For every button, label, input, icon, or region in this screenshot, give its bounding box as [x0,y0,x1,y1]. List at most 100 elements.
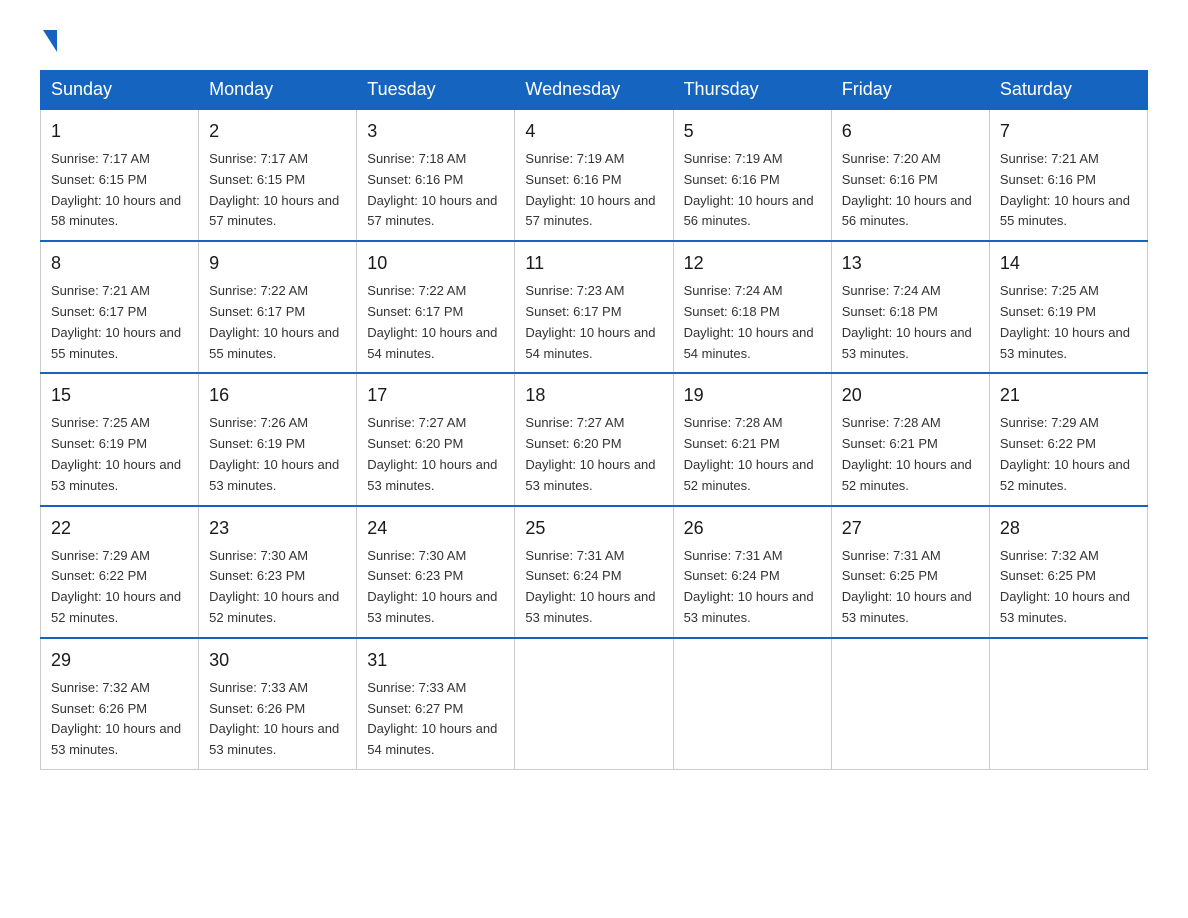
day-number: 25 [525,515,662,542]
header-row: SundayMondayTuesdayWednesdayThursdayFrid… [41,71,1148,110]
day-info: Sunrise: 7:30 AMSunset: 6:23 PMDaylight:… [367,546,504,629]
day-info: Sunrise: 7:19 AMSunset: 6:16 PMDaylight:… [525,149,662,232]
calendar-cell [989,638,1147,770]
logo [40,30,57,50]
day-number: 16 [209,382,346,409]
week-row: 8 Sunrise: 7:21 AMSunset: 6:17 PMDayligh… [41,241,1148,373]
day-number: 21 [1000,382,1137,409]
day-info: Sunrise: 7:25 AMSunset: 6:19 PMDaylight:… [1000,281,1137,364]
calendar-cell [831,638,989,770]
calendar-cell: 16 Sunrise: 7:26 AMSunset: 6:19 PMDaylig… [199,373,357,505]
day-of-week-header: Saturday [989,71,1147,110]
calendar-cell: 21 Sunrise: 7:29 AMSunset: 6:22 PMDaylig… [989,373,1147,505]
day-number: 15 [51,382,188,409]
day-number: 2 [209,118,346,145]
day-of-week-header: Tuesday [357,71,515,110]
calendar-cell: 5 Sunrise: 7:19 AMSunset: 6:16 PMDayligh… [673,109,831,241]
day-number: 31 [367,647,504,674]
day-info: Sunrise: 7:21 AMSunset: 6:17 PMDaylight:… [51,281,188,364]
calendar-cell: 10 Sunrise: 7:22 AMSunset: 6:17 PMDaylig… [357,241,515,373]
calendar-cell: 17 Sunrise: 7:27 AMSunset: 6:20 PMDaylig… [357,373,515,505]
day-number: 4 [525,118,662,145]
day-number: 7 [1000,118,1137,145]
day-number: 20 [842,382,979,409]
calendar-cell: 28 Sunrise: 7:32 AMSunset: 6:25 PMDaylig… [989,506,1147,638]
day-info: Sunrise: 7:17 AMSunset: 6:15 PMDaylight:… [209,149,346,232]
calendar-cell: 20 Sunrise: 7:28 AMSunset: 6:21 PMDaylig… [831,373,989,505]
day-info: Sunrise: 7:33 AMSunset: 6:27 PMDaylight:… [367,678,504,761]
day-info: Sunrise: 7:22 AMSunset: 6:17 PMDaylight:… [367,281,504,364]
day-number: 10 [367,250,504,277]
calendar-cell: 26 Sunrise: 7:31 AMSunset: 6:24 PMDaylig… [673,506,831,638]
calendar-cell: 2 Sunrise: 7:17 AMSunset: 6:15 PMDayligh… [199,109,357,241]
calendar-cell: 13 Sunrise: 7:24 AMSunset: 6:18 PMDaylig… [831,241,989,373]
calendar-cell: 27 Sunrise: 7:31 AMSunset: 6:25 PMDaylig… [831,506,989,638]
calendar-cell: 30 Sunrise: 7:33 AMSunset: 6:26 PMDaylig… [199,638,357,770]
calendar-cell: 1 Sunrise: 7:17 AMSunset: 6:15 PMDayligh… [41,109,199,241]
day-number: 13 [842,250,979,277]
day-of-week-header: Wednesday [515,71,673,110]
calendar-cell: 8 Sunrise: 7:21 AMSunset: 6:17 PMDayligh… [41,241,199,373]
day-number: 27 [842,515,979,542]
day-number: 11 [525,250,662,277]
day-number: 22 [51,515,188,542]
day-info: Sunrise: 7:32 AMSunset: 6:25 PMDaylight:… [1000,546,1137,629]
day-info: Sunrise: 7:33 AMSunset: 6:26 PMDaylight:… [209,678,346,761]
day-number: 9 [209,250,346,277]
week-row: 1 Sunrise: 7:17 AMSunset: 6:15 PMDayligh… [41,109,1148,241]
day-info: Sunrise: 7:31 AMSunset: 6:24 PMDaylight:… [525,546,662,629]
week-row: 29 Sunrise: 7:32 AMSunset: 6:26 PMDaylig… [41,638,1148,770]
day-number: 1 [51,118,188,145]
day-info: Sunrise: 7:29 AMSunset: 6:22 PMDaylight:… [1000,413,1137,496]
day-number: 18 [525,382,662,409]
day-number: 19 [684,382,821,409]
day-number: 24 [367,515,504,542]
day-number: 5 [684,118,821,145]
calendar-cell [673,638,831,770]
day-number: 28 [1000,515,1137,542]
day-info: Sunrise: 7:28 AMSunset: 6:21 PMDaylight:… [684,413,821,496]
calendar-cell: 18 Sunrise: 7:27 AMSunset: 6:20 PMDaylig… [515,373,673,505]
calendar-cell: 31 Sunrise: 7:33 AMSunset: 6:27 PMDaylig… [357,638,515,770]
day-of-week-header: Sunday [41,71,199,110]
day-of-week-header: Thursday [673,71,831,110]
day-number: 8 [51,250,188,277]
day-number: 6 [842,118,979,145]
day-info: Sunrise: 7:26 AMSunset: 6:19 PMDaylight:… [209,413,346,496]
calendar-cell: 6 Sunrise: 7:20 AMSunset: 6:16 PMDayligh… [831,109,989,241]
week-row: 15 Sunrise: 7:25 AMSunset: 6:19 PMDaylig… [41,373,1148,505]
calendar-table: SundayMondayTuesdayWednesdayThursdayFrid… [40,70,1148,770]
day-info: Sunrise: 7:23 AMSunset: 6:17 PMDaylight:… [525,281,662,364]
calendar-cell: 7 Sunrise: 7:21 AMSunset: 6:16 PMDayligh… [989,109,1147,241]
day-number: 23 [209,515,346,542]
day-info: Sunrise: 7:19 AMSunset: 6:16 PMDaylight:… [684,149,821,232]
calendar-cell: 12 Sunrise: 7:24 AMSunset: 6:18 PMDaylig… [673,241,831,373]
calendar-cell: 25 Sunrise: 7:31 AMSunset: 6:24 PMDaylig… [515,506,673,638]
day-info: Sunrise: 7:31 AMSunset: 6:25 PMDaylight:… [842,546,979,629]
day-info: Sunrise: 7:29 AMSunset: 6:22 PMDaylight:… [51,546,188,629]
calendar-cell: 23 Sunrise: 7:30 AMSunset: 6:23 PMDaylig… [199,506,357,638]
calendar-cell [515,638,673,770]
calendar-cell: 14 Sunrise: 7:25 AMSunset: 6:19 PMDaylig… [989,241,1147,373]
calendar-cell: 19 Sunrise: 7:28 AMSunset: 6:21 PMDaylig… [673,373,831,505]
day-info: Sunrise: 7:20 AMSunset: 6:16 PMDaylight:… [842,149,979,232]
day-info: Sunrise: 7:27 AMSunset: 6:20 PMDaylight:… [367,413,504,496]
day-info: Sunrise: 7:21 AMSunset: 6:16 PMDaylight:… [1000,149,1137,232]
day-info: Sunrise: 7:30 AMSunset: 6:23 PMDaylight:… [209,546,346,629]
calendar-cell: 24 Sunrise: 7:30 AMSunset: 6:23 PMDaylig… [357,506,515,638]
day-of-week-header: Friday [831,71,989,110]
day-number: 17 [367,382,504,409]
day-info: Sunrise: 7:22 AMSunset: 6:17 PMDaylight:… [209,281,346,364]
calendar-cell: 4 Sunrise: 7:19 AMSunset: 6:16 PMDayligh… [515,109,673,241]
day-number: 30 [209,647,346,674]
day-info: Sunrise: 7:27 AMSunset: 6:20 PMDaylight:… [525,413,662,496]
logo-arrow-icon [43,30,57,52]
day-info: Sunrise: 7:18 AMSunset: 6:16 PMDaylight:… [367,149,504,232]
calendar-cell: 22 Sunrise: 7:29 AMSunset: 6:22 PMDaylig… [41,506,199,638]
calendar-cell: 11 Sunrise: 7:23 AMSunset: 6:17 PMDaylig… [515,241,673,373]
day-info: Sunrise: 7:24 AMSunset: 6:18 PMDaylight:… [842,281,979,364]
day-info: Sunrise: 7:32 AMSunset: 6:26 PMDaylight:… [51,678,188,761]
day-number: 3 [367,118,504,145]
day-of-week-header: Monday [199,71,357,110]
day-info: Sunrise: 7:17 AMSunset: 6:15 PMDaylight:… [51,149,188,232]
